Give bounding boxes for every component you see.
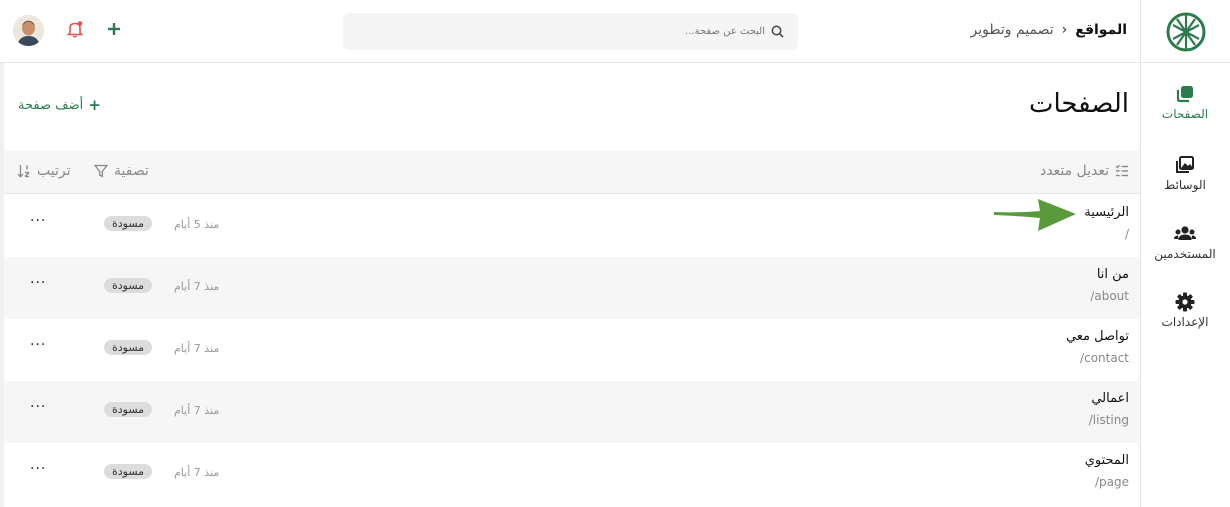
page-updated-time: منذ 7 أيام (174, 466, 220, 479)
filter-icon (94, 164, 108, 178)
sidebar-item-label: الصفحات (1161, 107, 1209, 121)
filter-label: تصفية (114, 163, 149, 179)
more-options-icon[interactable]: ··· (30, 461, 46, 477)
page-updated-time: منذ 7 أيام (174, 342, 220, 355)
breadcrumb-sites[interactable]: المواقع (1075, 22, 1127, 38)
sidebar-item-users[interactable]: المستخدمين (1140, 224, 1230, 261)
status-badge: مسودة (104, 216, 153, 231)
pages-list: الرئيسية / منذ 5 أيام مسودة ··· من انا /… (4, 195, 1140, 505)
sidebar-item-media[interactable]: الوسائط (1140, 155, 1230, 192)
search-input[interactable] (625, 26, 765, 37)
page-path: /about (1090, 289, 1129, 303)
app-logo[interactable] (1140, 0, 1230, 63)
list-item[interactable]: الرئيسية / منذ 5 أيام مسودة ··· (4, 195, 1140, 257)
more-options-icon[interactable]: ··· (30, 399, 46, 415)
list-toolbar: تعديل متعدد تصفية ترتيب (4, 150, 1140, 194)
search-box[interactable] (343, 13, 798, 50)
page-updated-time: منذ 7 أيام (174, 404, 220, 417)
list-item[interactable]: المحتوي /page منذ 7 أيام مسودة ··· (4, 443, 1140, 505)
sidebar-item-settings[interactable]: الإعدادات (1140, 292, 1230, 329)
status-badge: مسودة (104, 464, 153, 479)
page-path: /contact (1080, 351, 1129, 365)
breadcrumb: المواقع › تصميم وتطوير (971, 22, 1127, 38)
avatar[interactable] (13, 15, 44, 46)
page-title-link[interactable]: المحتوي (1085, 453, 1129, 468)
status-badge: مسودة (104, 340, 153, 355)
more-options-icon[interactable]: ··· (30, 213, 46, 229)
more-options-icon[interactable]: ··· (30, 275, 46, 291)
users-icon (1174, 226, 1196, 240)
top-bar: المواقع › تصميم وتطوير (0, 0, 1230, 63)
sidebar-item-pages[interactable]: الصفحات (1140, 84, 1230, 121)
search-icon (771, 25, 784, 38)
pages-icon (1176, 86, 1193, 103)
page-updated-time: منذ 5 أيام (174, 218, 220, 231)
more-options-icon[interactable]: ··· (30, 337, 46, 353)
add-page-label: أضف صفحة (18, 97, 84, 113)
page-title: الصفحات (1028, 89, 1129, 119)
gear-icon (1175, 292, 1195, 312)
filter-button[interactable]: تصفية (94, 163, 149, 179)
list-item[interactable]: تواصل معي /contact منذ 7 أيام مسودة ··· (4, 319, 1140, 381)
status-badge: مسودة (104, 402, 153, 417)
page-title-link[interactable]: من انا (1097, 267, 1129, 282)
notification-bell-icon[interactable] (66, 20, 84, 42)
page-updated-time: منذ 7 أيام (174, 280, 220, 293)
logo-icon (1166, 12, 1205, 51)
status-badge: مسودة (104, 278, 153, 293)
sort-icon (17, 165, 30, 178)
plus-icon: + (88, 96, 101, 114)
page-path: /listing (1088, 413, 1129, 427)
list-item[interactable]: من انا /about منذ 7 أيام مسودة ··· (4, 257, 1140, 319)
annotation-arrow-icon (994, 199, 1076, 231)
sidebar-item-label: المستخدمين (1154, 247, 1216, 261)
media-icon (1176, 156, 1194, 173)
page-path: /page (1094, 475, 1129, 489)
list-item[interactable]: اعمالي /listing منذ 7 أيام مسودة ··· (4, 381, 1140, 443)
chevron-left-icon: › (1061, 22, 1068, 38)
user-avatar-icon (13, 15, 44, 46)
page-title-link[interactable]: الرئيسية (1084, 205, 1129, 220)
sort-label: ترتيب (37, 163, 71, 179)
sidebar: الصفحات الوسائط المستخدمين الإعدادات (1140, 63, 1230, 507)
page-title-link[interactable]: تواصل معي (1066, 329, 1129, 344)
bulk-edit-label: تعديل متعدد (1039, 163, 1109, 179)
sidebar-item-label: الوسائط (1164, 178, 1206, 192)
add-page-button[interactable]: أضف صفحة + (18, 96, 101, 114)
breadcrumb-current[interactable]: تصميم وتطوير (971, 22, 1054, 38)
page-title-link[interactable]: اعمالي (1091, 391, 1129, 406)
sort-button[interactable]: ترتيب (17, 163, 71, 179)
main-content: الصفحات أضف صفحة + تعديل متعدد تصفية ترت… (4, 63, 1140, 507)
sidebar-item-label: الإعدادات (1161, 315, 1209, 329)
plus-icon[interactable] (106, 21, 122, 41)
checklist-icon (1115, 164, 1128, 177)
page-path: / (1124, 227, 1129, 241)
bulk-edit-button[interactable]: تعديل متعدد (1040, 163, 1129, 179)
top-actions (13, 15, 122, 46)
